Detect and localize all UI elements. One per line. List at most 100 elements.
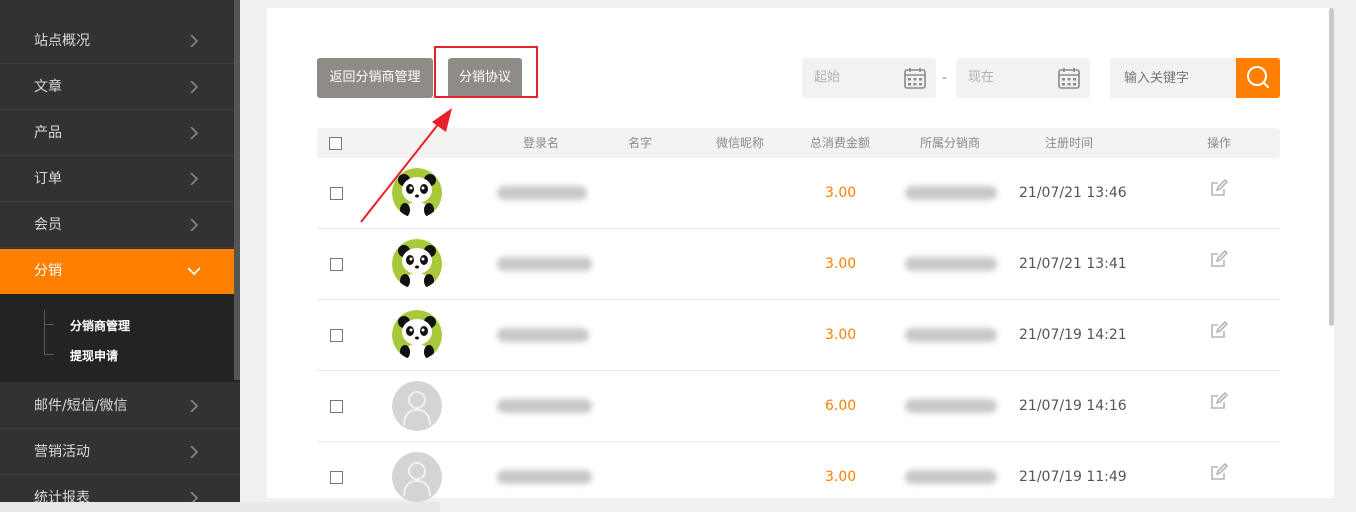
sidebar-item-products[interactable]: 产品: [0, 110, 240, 156]
sidebar-item-label: 分销: [34, 263, 62, 279]
chevron-right-icon: [190, 446, 199, 458]
table-row: 3.00 21/07/19 14:21: [317, 300, 1280, 371]
distributor-redacted: [905, 257, 997, 271]
sidebar-item-label: 产品: [34, 125, 62, 141]
edit-icon[interactable]: [1209, 178, 1229, 198]
column-header-action: 操作: [1207, 136, 1232, 150]
annotation-highlight-box: [434, 46, 538, 98]
sidebar-item-marketing[interactable]: 营销活动: [0, 429, 240, 475]
distributor-redacted: [905, 470, 997, 484]
chevron-right-icon: [190, 400, 199, 412]
calendar-icon[interactable]: [904, 67, 926, 89]
main-scrollbar[interactable]: [1329, 8, 1334, 326]
end-date-placeholder: 现在: [968, 70, 995, 85]
login-name-redacted: [497, 186, 587, 200]
register-time-value: 21/07/21 13:41: [1019, 256, 1127, 272]
sidebar-submenu: 分销商管理 提现申请: [0, 294, 240, 382]
sidebar-item-label: 订单: [34, 171, 62, 187]
default-user-avatar-icon: [392, 381, 442, 431]
date-range-separator: -: [942, 70, 948, 86]
keyword-search-input[interactable]: [1110, 58, 1236, 98]
chevron-right-icon: [190, 173, 199, 185]
total-spend-value: 3.00: [825, 256, 857, 272]
start-date-placeholder: 起始: [814, 70, 841, 85]
table-header: 登录名 名字 微信昵称 总消费金额 所属分销商 注册时间 操作: [317, 128, 1280, 158]
start-date-field[interactable]: 起始: [802, 58, 936, 98]
search-button[interactable]: [1236, 58, 1280, 98]
chevron-right-icon: [190, 35, 199, 47]
row-checkbox[interactable]: [330, 187, 343, 200]
distributor-redacted: [905, 186, 997, 200]
submenu-tree-tick: [44, 354, 54, 355]
sidebar-item-label: 会员: [34, 217, 62, 233]
sidebar-item-orders[interactable]: 订单: [0, 156, 240, 202]
panda-avatar-icon: [392, 168, 442, 218]
sidebar: 站点概况 文章 产品 订单 会员 分销 分销商管理 提现申请 邮件/短信/微信 …: [0, 0, 240, 512]
login-name-redacted: [497, 328, 589, 342]
column-header-name: 名字: [628, 136, 653, 150]
submenu-tree-tick: [44, 324, 54, 325]
login-name-redacted: [497, 257, 592, 271]
register-time-value: 21/07/19 11:49: [1019, 469, 1127, 485]
sidebar-item-articles[interactable]: 文章: [0, 64, 240, 110]
end-date-field[interactable]: 现在: [956, 58, 1090, 98]
row-checkbox[interactable]: [330, 258, 343, 271]
register-time-value: 21/07/21 13:46: [1019, 185, 1127, 201]
sidebar-item-label: 文章: [34, 79, 62, 95]
avatar: [392, 239, 442, 289]
edit-icon[interactable]: [1209, 249, 1229, 269]
default-user-avatar-icon: [392, 452, 442, 502]
avatar: [392, 310, 442, 360]
table-row: 6.00 21/07/19 14:16: [317, 371, 1280, 442]
submenu-item-withdrawal-requests[interactable]: 提现申请: [70, 347, 118, 364]
row-checkbox[interactable]: [330, 471, 343, 484]
select-all-checkbox[interactable]: [329, 137, 342, 150]
column-header-distributor: 所属分销商: [920, 136, 981, 150]
total-spend-value: 6.00: [825, 398, 857, 414]
row-checkbox[interactable]: [330, 400, 343, 413]
register-time-value: 21/07/19 14:21: [1019, 327, 1127, 343]
submenu-item-distributor-management[interactable]: 分销商管理: [70, 317, 130, 334]
total-spend-value: 3.00: [825, 469, 857, 485]
calendar-icon[interactable]: [1058, 67, 1080, 89]
sidebar-item-label: 营销活动: [34, 444, 90, 460]
sidebar-item-site-overview[interactable]: 站点概况: [0, 18, 240, 64]
panda-avatar-icon: [392, 239, 442, 289]
chevron-right-icon: [190, 81, 199, 93]
back-to-distributor-management-button[interactable]: 返回分销商管理: [317, 58, 433, 98]
sidebar-item-label: 站点概况: [34, 33, 90, 49]
total-spend-value: 3.00: [825, 327, 857, 343]
avatar: [392, 168, 442, 218]
edit-icon[interactable]: [1209, 320, 1229, 340]
table-row: 3.00 21/07/19 11:49: [317, 442, 1280, 512]
avatar: [392, 381, 442, 431]
panda-avatar-icon: [392, 310, 442, 360]
column-header-total-spend: 总消费金额: [810, 136, 871, 150]
browser-status-bar: [0, 502, 440, 512]
sidebar-item-distribution[interactable]: 分销: [0, 249, 240, 294]
chevron-right-icon: [190, 127, 199, 139]
edit-icon[interactable]: [1209, 462, 1229, 482]
login-name-redacted: [497, 399, 592, 413]
table-row: 3.00 21/07/21 13:46: [317, 158, 1280, 229]
distributor-redacted: [905, 399, 997, 413]
sidebar-item-members[interactable]: 会员: [0, 202, 240, 248]
edit-icon[interactable]: [1209, 391, 1229, 411]
register-time-value: 21/07/19 14:16: [1019, 398, 1127, 414]
submenu-tree-line: [44, 310, 45, 354]
total-spend-value: 3.00: [825, 185, 857, 201]
column-header-register-time: 注册时间: [1045, 136, 1094, 150]
column-header-wechat-nickname: 微信昵称: [716, 136, 765, 150]
table-row: 3.00 21/07/21 13:41: [317, 229, 1280, 300]
distributor-redacted: [905, 328, 997, 342]
login-name-redacted: [497, 470, 592, 484]
sidebar-item-label: 邮件/短信/微信: [34, 398, 128, 414]
sidebar-scrollbar[interactable]: [234, 0, 240, 380]
chevron-right-icon: [190, 219, 199, 231]
search-icon: [1247, 66, 1270, 89]
sidebar-item-mail-sms-wechat[interactable]: 邮件/短信/微信: [0, 383, 240, 429]
avatar: [392, 452, 442, 502]
chevron-down-icon: [188, 267, 200, 276]
row-checkbox[interactable]: [330, 329, 343, 342]
column-header-login: 登录名: [523, 136, 560, 150]
